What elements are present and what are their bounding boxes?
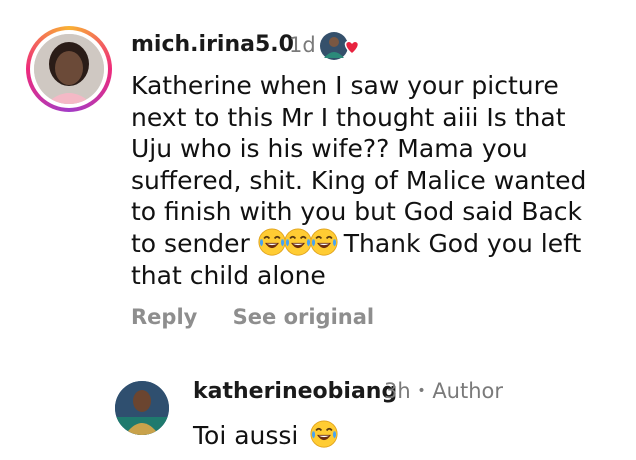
author-label: Author	[432, 379, 504, 403]
comment-username[interactable]: mich.irina5.0	[131, 32, 294, 57]
tears-of-joy-icon	[310, 228, 338, 256]
heart-icon	[344, 40, 360, 55]
tears-of-joy-icon	[284, 228, 312, 256]
tears-of-joy-emoji-group	[258, 229, 344, 258]
comment-timestamp: 1d	[289, 33, 316, 57]
comment-actions: Reply See original	[131, 305, 374, 329]
meta-separator: •	[417, 383, 426, 399]
see-original-button[interactable]: See original	[233, 305, 374, 329]
avatar-story-ring[interactable]	[26, 26, 112, 112]
reply-text-content: Toi aussi	[193, 421, 299, 450]
reply-button[interactable]: Reply	[131, 305, 197, 329]
reply-avatar[interactable]	[115, 381, 169, 435]
tears-of-joy-icon	[258, 228, 286, 256]
reply-meta: 3h • Author	[384, 379, 503, 403]
tears-of-joy-icon	[310, 420, 338, 448]
comment-text: Katherine when I saw your picture next t…	[131, 70, 611, 291]
reply-timestamp: 3h	[384, 379, 411, 403]
reply-username[interactable]: katherineobiang	[193, 379, 397, 404]
liked-by-author-badge	[318, 30, 362, 62]
avatar[interactable]	[34, 34, 104, 104]
reply-text: Toi aussi	[193, 420, 336, 450]
